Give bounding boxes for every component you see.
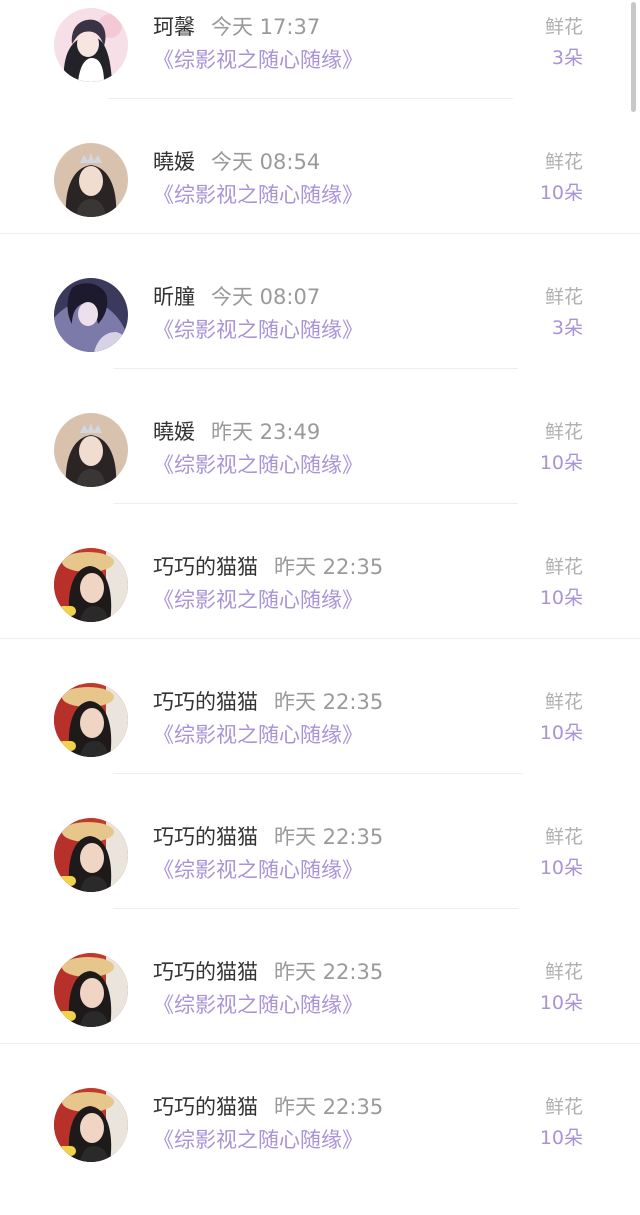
gift-count: 3朵	[551, 317, 583, 339]
divider	[0, 1043, 640, 1044]
user-name[interactable]: 巧巧的猫猫	[153, 825, 258, 849]
divider	[108, 98, 513, 99]
user-name[interactable]: 珂馨	[153, 15, 195, 39]
gift-count: 10朵	[539, 1127, 583, 1149]
book-title-link[interactable]: 《综影视之随心随缘》	[153, 180, 363, 210]
user-name[interactable]: 昕朣	[153, 285, 195, 309]
gift-count: 10朵	[539, 587, 583, 609]
avatar[interactable]	[54, 548, 128, 622]
list-item[interactable]: 曉媛 今天 08:54 《综影视之随心随缘》 鲜花 10朵	[0, 135, 640, 270]
divider	[113, 503, 518, 504]
list-item[interactable]: 昕朣 今天 08:07 《综影视之随心随缘》 鲜花 3朵	[0, 270, 640, 405]
gift-count: 10朵	[539, 857, 583, 879]
user-name[interactable]: 巧巧的猫猫	[153, 555, 258, 579]
gift-count: 10朵	[539, 992, 583, 1014]
timestamp: 今天 08:54	[211, 150, 321, 174]
timestamp: 昨天 22:35	[274, 1095, 384, 1119]
list-item[interactable]: 珂馨 今天 17:37 《综影视之随心随缘》 鲜花 3朵	[0, 0, 640, 135]
book-title-link[interactable]: 《综影视之随心随缘》	[153, 585, 363, 615]
gift-type-label: 鲜花	[544, 16, 583, 38]
book-title-link[interactable]: 《综影视之随心随缘》	[153, 1125, 363, 1155]
user-name[interactable]: 巧巧的猫猫	[153, 960, 258, 984]
book-title-link[interactable]: 《综影视之随心随缘》	[153, 45, 363, 75]
gift-type-label: 鲜花	[544, 556, 583, 578]
divider	[113, 908, 518, 909]
avatar[interactable]	[54, 278, 128, 352]
gift-type-label: 鲜花	[544, 286, 583, 308]
avatar[interactable]	[54, 413, 128, 487]
gift-type-label: 鲜花	[544, 1096, 583, 1118]
divider	[113, 368, 518, 369]
book-title-link[interactable]: 《综影视之随心随缘》	[153, 990, 363, 1020]
avatar[interactable]	[54, 818, 128, 892]
avatar[interactable]	[54, 143, 128, 217]
divider	[113, 773, 523, 774]
gift-count: 10朵	[539, 722, 583, 744]
timestamp: 今天 17:37	[211, 15, 321, 39]
divider	[0, 638, 640, 639]
timestamp: 今天 08:07	[211, 285, 321, 309]
divider	[0, 233, 640, 234]
timestamp: 昨天 22:35	[274, 690, 384, 714]
gift-type-label: 鲜花	[544, 961, 583, 983]
gift-type-label: 鲜花	[544, 691, 583, 713]
list-item[interactable]: 曉媛 昨天 23:49 《综影视之随心随缘》 鲜花 10朵	[0, 405, 640, 540]
avatar[interactable]	[54, 953, 128, 1027]
list-item[interactable]: 巧巧的猫猫 昨天 22:35 《综影视之随心随缘》 鲜花 10朵	[0, 810, 640, 945]
user-name[interactable]: 曉媛	[153, 150, 195, 174]
book-title-link[interactable]: 《综影视之随心随缘》	[153, 450, 363, 480]
avatar[interactable]	[54, 683, 128, 757]
avatar[interactable]	[54, 8, 128, 82]
gift-count: 10朵	[539, 452, 583, 474]
book-title-link[interactable]: 《综影视之随心随缘》	[153, 855, 363, 885]
gift-type-label: 鲜花	[544, 151, 583, 173]
timestamp: 昨天 22:35	[274, 555, 384, 579]
list-item[interactable]: 巧巧的猫猫 昨天 22:35 《综影视之随心随缘》 鲜花 10朵	[0, 945, 640, 1080]
gift-count: 3朵	[551, 47, 583, 69]
book-title-link[interactable]: 《综影视之随心随缘》	[153, 720, 363, 750]
user-name[interactable]: 曉媛	[153, 420, 195, 444]
timestamp: 昨天 22:35	[274, 825, 384, 849]
user-name[interactable]: 巧巧的猫猫	[153, 1095, 258, 1119]
user-name[interactable]: 巧巧的猫猫	[153, 690, 258, 714]
list-item[interactable]: 巧巧的猫猫 昨天 22:35 《综影视之随心随缘》 鲜花 10朵	[0, 540, 640, 675]
scrollbar[interactable]	[631, 2, 636, 112]
gift-type-label: 鲜花	[544, 826, 583, 848]
timestamp: 昨天 23:49	[211, 420, 321, 444]
gift-count: 10朵	[539, 182, 583, 204]
avatar[interactable]	[54, 1088, 128, 1162]
gift-type-label: 鲜花	[544, 421, 583, 443]
timestamp: 昨天 22:35	[274, 960, 384, 984]
list-item[interactable]: 巧巧的猫猫 昨天 22:35 《综影视之随心随缘》 鲜花 10朵	[0, 675, 640, 810]
list-item[interactable]: 巧巧的猫猫 昨天 22:35 《综影视之随心随缘》 鲜花 10朵	[0, 1080, 640, 1215]
book-title-link[interactable]: 《综影视之随心随缘》	[153, 315, 363, 345]
